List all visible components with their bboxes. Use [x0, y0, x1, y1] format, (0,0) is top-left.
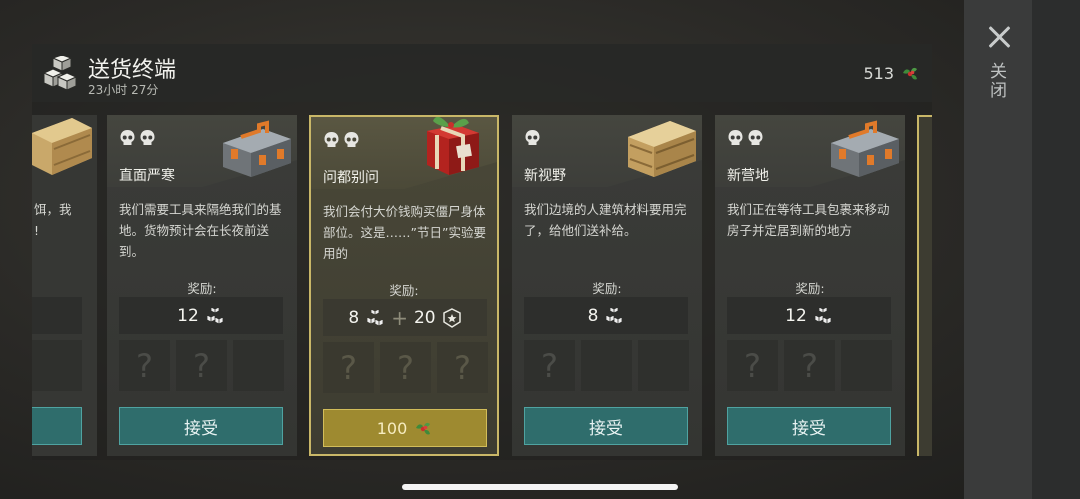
card-title: 直面严寒: [119, 168, 175, 184]
accept-button[interactable]: 接受: [727, 407, 891, 445]
reward-plus: +: [391, 305, 408, 330]
skull-icon: [728, 130, 743, 145]
reward-value: 8: [348, 307, 360, 328]
card-description: 我们正在等待工具包裹来移动房子并定居到新的地方: [727, 202, 890, 238]
wooden-crate-icon: [628, 121, 696, 177]
gift-box-icon: [427, 117, 479, 175]
item-slots: ? ? ?: [323, 342, 488, 393]
page-title: 送货终端: [88, 58, 177, 83]
badge-icon: [442, 307, 461, 328]
reward-value: 8: [587, 305, 599, 326]
card-description: 我们边境的人建筑材料要用完了，给他们送补给。: [524, 202, 687, 238]
mission-card-3[interactable]: 新视野 我们边境的人建筑材料要用完了，给他们送补给。 奖励: 8 ? 接受: [512, 115, 702, 456]
holly-icon: [903, 67, 917, 80]
item-slot[interactable]: [581, 340, 632, 391]
reward-value: 12: [177, 305, 199, 326]
skull-icon: [324, 132, 339, 147]
close-button[interactable]: [984, 22, 1014, 52]
card-title: 问都别问: [323, 170, 379, 186]
reward-box: 12: [119, 297, 283, 334]
mission-card-1[interactable]: 直面严寒 我们需要工具来隔绝我们的基地。货物预计会在长夜前送到。 奖励: 12 …: [107, 115, 297, 456]
card-description: 我们需要工具来隔绝我们的基地。货物预计会在长夜前送到。: [119, 202, 282, 259]
card-title: 新营地: [727, 168, 769, 184]
item-slot[interactable]: ?: [524, 340, 575, 391]
reward-value-2: 20: [413, 307, 436, 328]
home-indicator[interactable]: [402, 484, 678, 490]
reward-label: 奖励:: [795, 281, 825, 296]
accept-button[interactable]: 接受: [119, 407, 283, 445]
reward-box: 8 + 20: [323, 299, 487, 336]
difficulty-skulls: [524, 129, 541, 147]
mission-card-4[interactable]: 新营地 我们正在等待工具包裹来移动房子并定居到新的地方 奖励: 12 ? ? 接…: [715, 115, 905, 456]
item-slot[interactable]: [841, 340, 892, 391]
reward-value: 12: [785, 305, 807, 326]
buy-price: 100: [376, 418, 408, 438]
item-slots: ?: [524, 340, 689, 391]
accept-button[interactable]: 接受: [524, 407, 688, 445]
item-slot[interactable]: ?: [323, 342, 374, 393]
reward-label: 奖励:: [592, 281, 622, 296]
item-slot[interactable]: [233, 340, 284, 391]
reward-box: 8: [524, 297, 688, 334]
partial-slot: [32, 340, 82, 391]
toolbox-icon: [223, 120, 291, 177]
skull-icon: [748, 130, 763, 145]
currency-display: 513: [863, 63, 920, 83]
partial-card-right[interactable]: [917, 115, 932, 456]
item-slot[interactable]: ?: [437, 342, 488, 393]
toolbox-icon: [831, 120, 899, 177]
item-slot[interactable]: ?: [119, 340, 170, 391]
card-title: 新视野: [524, 168, 566, 184]
countdown-timer: 23小时 27分: [88, 83, 159, 97]
side-panel-edge: [1032, 0, 1080, 499]
difficulty-skulls: [727, 129, 764, 147]
crates-icon: [814, 305, 832, 325]
crates-icon: [606, 305, 623, 325]
item-slot[interactable]: ?: [380, 342, 431, 393]
difficulty-skulls: [323, 131, 360, 149]
close-label[interactable]: 关闭: [986, 62, 1009, 100]
item-slots: ? ?: [119, 340, 284, 391]
skull-icon: [120, 130, 135, 145]
wooden-crate-icon: [32, 118, 92, 175]
difficulty-skulls: [119, 129, 156, 147]
crates-logo-icon: [42, 56, 78, 91]
item-slot[interactable]: [638, 340, 689, 391]
skull-icon: [525, 130, 540, 145]
reward-label: 奖励:: [187, 281, 217, 296]
card-description: 我们会付大价钱购买僵尸身体部位。这是……”节日”实验要用的: [323, 204, 486, 261]
item-slot[interactable]: ?: [176, 340, 227, 391]
holly-icon: [416, 422, 431, 435]
reward-box: 12: [727, 297, 891, 334]
skull-icon: [140, 130, 155, 145]
item-slot[interactable]: ?: [784, 340, 835, 391]
crates-icon: [366, 307, 384, 327]
mission-card-2[interactable]: 问都别问 我们会付大价钱购买僵尸身体部位。这是……”节日”实验要用的 奖励: 8…: [309, 115, 499, 456]
reward-label: 奖励:: [389, 283, 419, 298]
crates-icon: [206, 305, 224, 325]
partial-card-left[interactable]: 饵，我 !: [32, 115, 97, 456]
partial-accept-button[interactable]: [32, 407, 82, 445]
skull-icon: [344, 132, 359, 147]
partial-reward-box: [32, 297, 82, 334]
currency-amount: 513: [863, 63, 894, 83]
partial-card-desc: 饵，我 !: [34, 202, 72, 238]
item-slot[interactable]: ?: [727, 340, 778, 391]
buy-button[interactable]: 100: [323, 409, 487, 447]
item-slots: ? ?: [727, 340, 892, 391]
